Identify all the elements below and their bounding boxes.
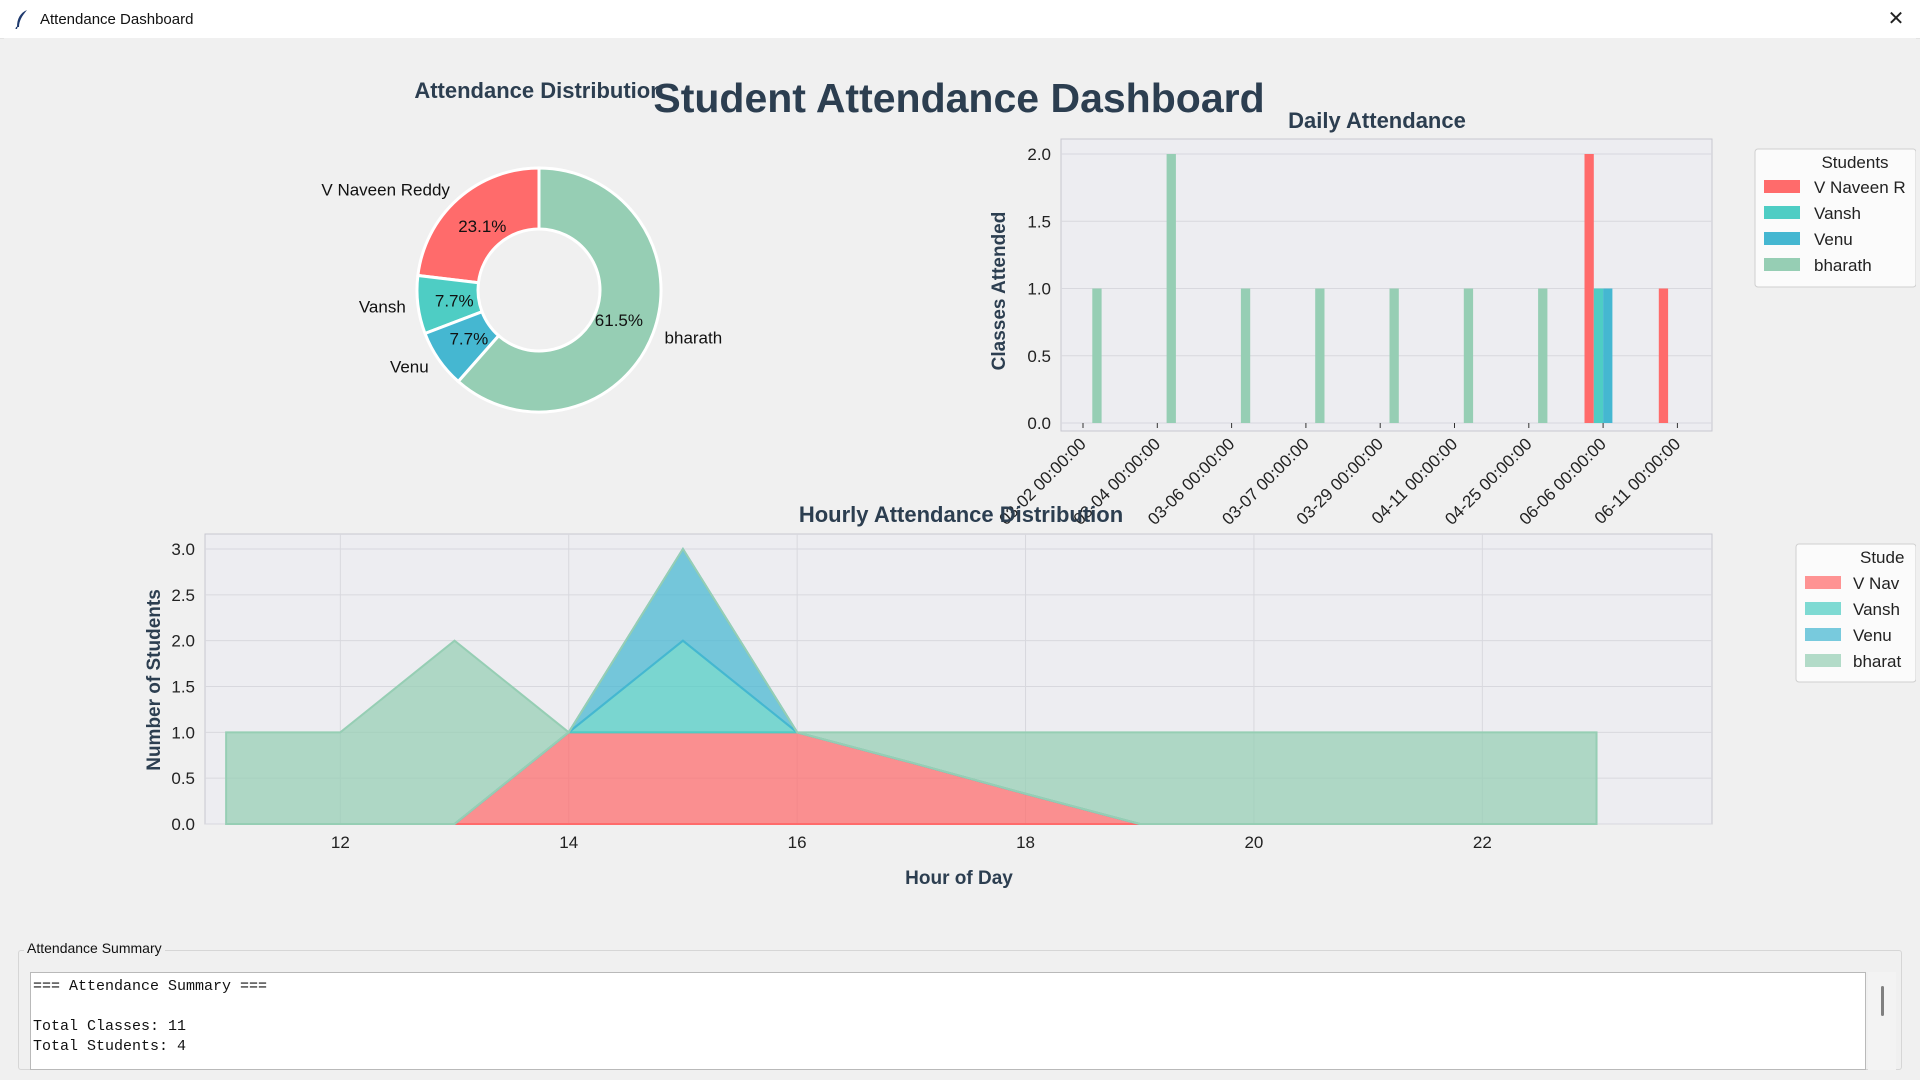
hourly-legend-swatch	[1805, 576, 1841, 589]
hourly-chart-title: Hourly Attendance Distribution	[799, 502, 1123, 527]
daily-y-tick-label: 2.0	[1027, 145, 1051, 164]
daily-plot-area	[1060, 138, 1713, 432]
hourly-x-tick-label: 22	[1473, 833, 1492, 852]
window-titlebar: Attendance Dashboard ✕	[0, 0, 1920, 39]
hourly-legend-label: Vansh	[1853, 600, 1900, 619]
hourly-x-tick-label: 16	[788, 833, 807, 852]
hourly-legend-label: Venu	[1853, 626, 1892, 645]
dashboard-canvas: Student Attendance Dashboard Attendance …	[144, 75, 1917, 889]
dashboard-title: Student Attendance Dashboard	[653, 75, 1264, 121]
daily-y-axis-label: Classes Attended	[989, 212, 1010, 371]
daily-legend-title: Students	[1821, 153, 1888, 172]
hourly-y-axis-label: Number of Students	[144, 589, 165, 771]
close-button[interactable]: ✕	[1872, 0, 1920, 38]
hourly-x-axis-label: Hour of Day	[905, 868, 1013, 889]
daily-y-tick-label: 0.5	[1027, 347, 1051, 366]
pie-percent-label: 7.7%	[449, 330, 488, 349]
daily-legend-swatch	[1764, 258, 1800, 271]
hourly-x-tick-label: 14	[559, 833, 578, 852]
hourly-y-tick-label: 0.5	[171, 769, 195, 788]
summary-scrollbar-thumb[interactable]	[1881, 986, 1884, 1016]
daily-bar	[1463, 288, 1474, 423]
hourly-x-tick-label: 12	[331, 833, 350, 852]
daily-bar	[1389, 288, 1399, 423]
hourly-x-tick-label: 18	[1016, 833, 1035, 852]
daily-y-tick-label: 0.0	[1027, 414, 1051, 433]
pie-percent-label: 61.5%	[595, 311, 643, 330]
summary-group-label: Attendance Summary	[24, 940, 165, 956]
hourly-legend: Stude V Nav Vansh Venu bharat	[1795, 543, 1917, 683]
hourly-legend-swatch	[1805, 628, 1841, 641]
pie-category-label: Venu	[390, 357, 429, 376]
daily-bar	[1166, 154, 1176, 423]
pie-percent-label: 7.7%	[435, 291, 474, 310]
window-title: Attendance Dashboard	[40, 11, 194, 28]
daily-bar	[1240, 288, 1251, 423]
hourly-y-tick-label: 2.5	[171, 586, 195, 605]
hourly-legend-swatch	[1805, 654, 1841, 667]
hourly-y-ticks: 0.0 0.5 1.0 1.5 2.0 2.5 3.0	[171, 540, 195, 834]
hourly-y-tick-label: 0.0	[171, 815, 195, 834]
hourly-x-ticks: 12 14 16 18 20 22	[331, 833, 1492, 852]
daily-y-tick-label: 1.0	[1027, 280, 1051, 299]
pie-category-label: V Naveen Reddy	[321, 181, 450, 200]
hourly-y-tick-label: 1.5	[171, 678, 195, 697]
daily-legend-label: Vansh	[1814, 204, 1861, 223]
hourly-legend-title: Stude	[1860, 548, 1904, 567]
hourly-legend-label: V Nav	[1853, 574, 1900, 593]
pie-category-label: Vansh	[359, 297, 406, 316]
hourly-legend-label: bharat	[1853, 652, 1901, 671]
pie-percent-label: 23.1%	[458, 217, 506, 236]
daily-legend: Students V Naveen R Vansh Venu bharath	[1754, 148, 1917, 288]
daily-bar	[1658, 288, 1669, 423]
hourly-y-tick-label: 3.0	[171, 540, 195, 559]
daily-bar	[1315, 288, 1325, 423]
daily-bar	[1584, 154, 1594, 423]
pie-title: Attendance Distribution	[414, 78, 663, 103]
daily-legend-label: Venu	[1814, 230, 1853, 249]
hourly-y-tick-label: 1.0	[171, 723, 195, 742]
hourly-legend-swatch	[1805, 602, 1841, 615]
daily-y-tick-label: 1.5	[1027, 212, 1051, 231]
daily-chart-title: Daily Attendance	[1288, 108, 1466, 133]
daily-legend-label: V Naveen R	[1814, 178, 1906, 197]
daily-y-ticks: 0.0 0.5 1.0 1.5 2.0	[1027, 145, 1051, 433]
daily-bar	[1593, 288, 1604, 423]
daily-bar	[1538, 288, 1548, 423]
summary-textbox[interactable]: === Attendance Summary === Total Classes…	[30, 972, 1866, 1070]
daily-legend-swatch	[1764, 180, 1800, 193]
hourly-x-tick-label: 20	[1244, 833, 1263, 852]
daily-legend-label: bharath	[1814, 256, 1872, 275]
daily-bar	[1092, 288, 1102, 423]
hourly-y-tick-label: 2.0	[171, 632, 195, 651]
daily-bar	[1603, 288, 1613, 423]
pie-chart: 23.1% V Naveen Reddy 7.7% Vansh 7.7% Venu 61.5…	[321, 166, 723, 414]
feather-icon	[15, 10, 27, 29]
daily-legend-swatch	[1764, 206, 1800, 219]
pie-category-label: bharath	[665, 328, 723, 347]
dashboard-figure: Student Attendance Dashboard Attendance …	[4, 38, 1917, 928]
daily-legend-swatch	[1764, 232, 1800, 245]
